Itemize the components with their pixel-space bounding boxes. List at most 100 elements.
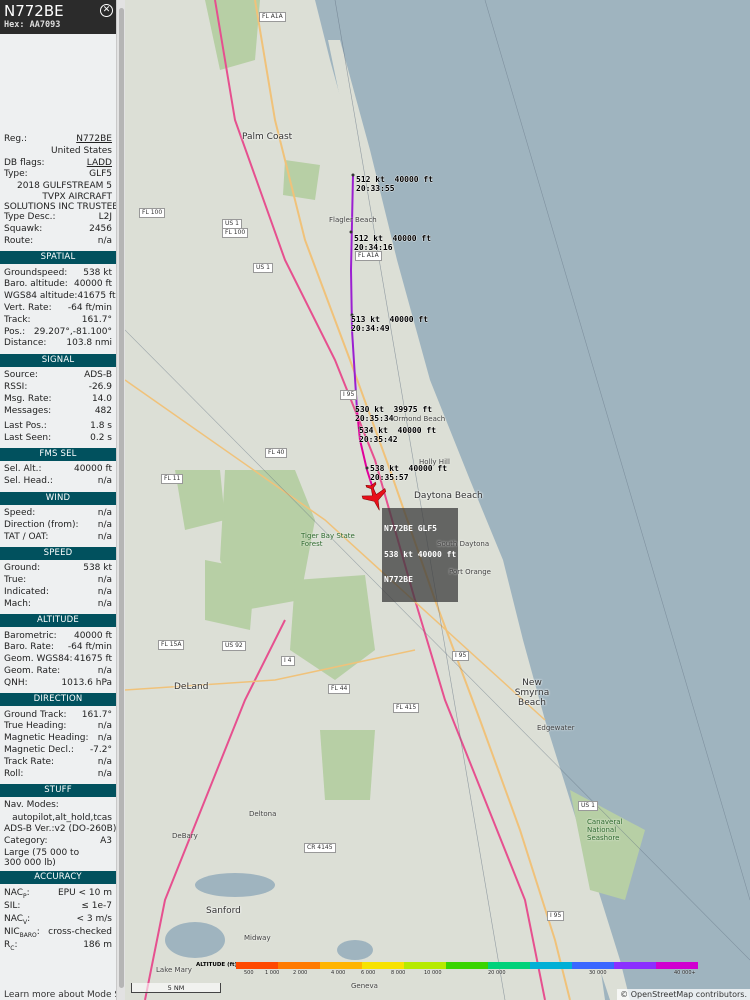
sidebar-scrollbar[interactable]	[116, 0, 125, 1000]
map-attribution[interactable]: © OpenStreetMap contributors.	[617, 989, 750, 1000]
info-row-label: Sel. Alt.:	[4, 464, 42, 475]
info-row: Baro. Rate: -64 ft/min	[4, 642, 112, 654]
track-label-3-line-2: 20:34:49	[351, 323, 390, 333]
shield-us-1-c: US 1	[578, 801, 598, 811]
learn-more-link[interactable]: Learn more about Mode S	[4, 990, 116, 1000]
info-row-value: 103.8 nmi	[66, 338, 112, 349]
info-row: RSSI: -26.9	[4, 382, 112, 394]
info-row-value: -64 ft/min	[67, 302, 112, 313]
info-row-label: Barometric:	[4, 630, 57, 641]
dbflags-link[interactable]: LADD	[87, 158, 112, 170]
info-row-value: 161.7°	[81, 314, 112, 325]
track-label-2: 512 kt 40000 ft 20:34:16	[354, 234, 431, 252]
info-row: Source: ADS-B	[4, 370, 112, 382]
info-row-value: n/a	[97, 598, 112, 609]
sil-label: SIL:	[4, 900, 21, 911]
reg-link[interactable]: N772BE	[76, 134, 112, 146]
info-row-label: Geom. Rate:	[4, 666, 61, 676]
info-row-value: ADS-B	[84, 370, 112, 381]
track-label-5: 534 kt 40000 ft 20:35:42	[359, 426, 436, 444]
place-holly-hill: Holly Hill	[419, 458, 450, 466]
info-row-value: -7.2°	[89, 744, 112, 755]
altitude-legend-title: ALTITUDE (ft)	[196, 962, 238, 968]
dbflags-label: DB flags:	[4, 157, 45, 168]
shield-fl-15a: FL 15A	[158, 640, 185, 650]
scale-bar: 5 NM	[131, 983, 221, 993]
info-row-label: TAT / OAT:	[4, 531, 49, 542]
info-row: Msg. Rate: 14.0	[4, 394, 112, 406]
track-label-6-line-2: 20:35:57	[370, 472, 409, 482]
nacp-label-sub: P	[23, 892, 27, 900]
info-row-label: WGS84 altitude:	[4, 291, 78, 302]
place-palm-coast: Palm Coast	[242, 132, 293, 142]
shield-fl-44: FL 44	[328, 684, 351, 694]
altitude-color-bar	[236, 962, 698, 969]
info-row-label: Pos.:	[4, 326, 26, 337]
sidebar-scrollbar-thumb[interactable]	[118, 8, 124, 988]
info-block: Reg.: N772BE United States DB flags: LADD …	[0, 134, 116, 181]
hex-value: AA7093	[29, 20, 61, 30]
typedesc-value: L2J	[98, 212, 112, 223]
info-row: QNH: 1013.6 hPa	[4, 678, 112, 690]
map-view[interactable]: 512 kt 40000 ft 20:33:55 512 kt 40000 ft 2…	[125, 0, 750, 1000]
altitude-color-segment	[614, 962, 657, 969]
type-value: GLF5	[89, 169, 112, 180]
altitude-tick-label: 500	[244, 970, 254, 976]
info-row: Sel. Alt.: 40000 ft	[4, 464, 112, 476]
aircraft-label[interactable]: N772BE GLF5 538 kt 40000 ft N772BE	[382, 508, 459, 602]
place-deltona: Deltona	[249, 810, 277, 818]
info-row: Pos.: 29.207°,-81.100°	[4, 327, 112, 339]
info-row: Mach: n/a	[4, 599, 112, 611]
aircraft-label-line-2: 538 kt 40000 ft	[384, 549, 457, 559]
place-new-smyrna-beach: New Smyrna Beach	[514, 678, 550, 708]
info-row-value: n/a	[97, 756, 112, 767]
place-canaveral: Canaveral National Seashore	[587, 818, 623, 842]
callsign-title: N772BE	[4, 2, 64, 20]
shield-us-1-b: US 1	[253, 263, 273, 273]
track-point-2	[349, 230, 353, 234]
info-row: WGS84 altitude: 41675 ft	[4, 291, 116, 303]
wind-rows: Speed: n/a Direction (from): n/a TAT / OAT: n…	[0, 508, 116, 543]
info-row-value: n/a	[97, 587, 112, 598]
shield-i-95-c: I 95	[547, 911, 565, 921]
info-row: TAT / OAT: n/a	[4, 532, 112, 544]
country-value: United States	[51, 145, 112, 156]
navmodes-label: Nav. Modes:	[4, 800, 59, 811]
category-description: Large (75 000 to 300 000 lb)	[0, 848, 116, 868]
place-lake-mary: Lake Mary	[156, 966, 192, 974]
info-row-label: Last Seen:	[4, 432, 52, 443]
info-row-label: Magnetic Heading:	[4, 733, 89, 744]
shield-fl-100-b: FL 100	[222, 228, 249, 238]
adsb-label: ADS-B Ver.:	[4, 824, 55, 835]
altitude-color-segment	[404, 962, 447, 969]
altitude-tick-label: 40 000+	[674, 970, 696, 976]
info-row: True Heading: n/a	[4, 721, 112, 733]
signal-rows-timing: Last Pos.: 1.8 s Last Seen: 0.2 s	[0, 421, 116, 445]
section-direction: DIRECTION	[0, 693, 116, 707]
shield-i-4: I 4	[281, 656, 295, 666]
info-row-value: 41675 ft	[77, 291, 116, 302]
hex-code: Hex: AA7093	[4, 20, 112, 30]
route-label: Route:	[4, 235, 34, 246]
place-edgewater: Edgewater	[537, 724, 575, 732]
info-row-value: 538 kt	[83, 267, 112, 278]
close-icon[interactable]: ✕	[100, 4, 113, 17]
direction-rows: Ground Track: 161.7° True Heading: n/a Magne…	[0, 710, 116, 781]
info-row-label: Ground Track:	[4, 709, 67, 720]
section-wind: WIND	[0, 491, 116, 505]
info-row: Magnetic Decl.: -7.2°	[4, 745, 112, 757]
info-row: Last Pos.: 1.8 s	[4, 421, 112, 433]
squawk-label: Squawk:	[4, 223, 43, 234]
nacp-label-text: NAC	[4, 887, 24, 898]
altitude-tick-label: 20 000	[488, 970, 506, 976]
altitude-tick-label: 2 000	[293, 970, 308, 976]
place-flagler-beach: Flagler Beach	[329, 216, 377, 224]
reg-label: Reg.:	[4, 134, 27, 144]
hex-label: Hex:	[4, 20, 25, 30]
info-row: Baro. altitude: 40000 ft	[4, 279, 112, 291]
shield-fl-100: FL 100	[139, 208, 166, 218]
altitude-rows: Barometric: 40000 ft Baro. Rate: -64 ft/min…	[0, 631, 116, 690]
info-row-value: n/a	[97, 721, 112, 732]
aircraft-label-line-3: N772BE	[384, 575, 413, 584]
fms-rows: Sel. Alt.: 40000 ft Sel. Head.: n/a	[0, 464, 116, 488]
